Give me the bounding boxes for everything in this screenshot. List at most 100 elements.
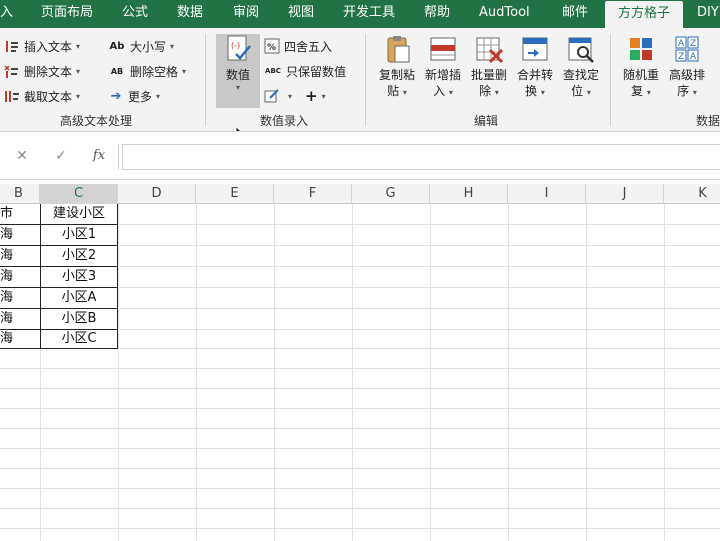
column-header-c[interactable]: C [40, 184, 118, 204]
svg-text:A: A [690, 52, 697, 62]
extract-text-label: 截取文本 [24, 89, 73, 104]
find-locate-label-1: 查找定 [562, 68, 599, 82]
chevron-down-icon: ▾ [76, 66, 81, 76]
cell-b5[interactable]: 海 [0, 288, 40, 309]
svg-text:Z: Z [690, 39, 696, 49]
gridline [508, 204, 509, 541]
delete-text-label: 删除文本 [24, 64, 73, 79]
column-header-b[interactable]: B [0, 184, 40, 204]
column-header-f[interactable]: F [274, 184, 352, 204]
plus-button[interactable]: + ▾ [305, 86, 326, 106]
chevron-down-icon: ▾ [182, 66, 187, 76]
tab-page-layout[interactable]: 页面布局 [41, 0, 93, 28]
edit-format-button[interactable]: ▾ [264, 86, 292, 106]
keep-value-label: 只保留数值 [286, 64, 347, 79]
chevron-down-icon: ▾ [76, 41, 81, 51]
random-repeat-button[interactable]: 随机重 复 ▾ [618, 34, 664, 108]
new-insert-label-1: 新增插 [424, 68, 461, 82]
advanced-sort-button[interactable]: A Z Z A 高级排 序 ▾ [664, 34, 710, 108]
cell-c7[interactable]: 小区C [40, 329, 118, 350]
column-header-h[interactable]: H [430, 184, 508, 204]
extract-text-button[interactable]: 截取文本 ▾ [4, 86, 80, 106]
change-case-button[interactable]: Ab 大小写 ▾ [108, 36, 174, 56]
cell-b3[interactable]: 海 [0, 246, 40, 267]
column-header-d[interactable]: D [118, 184, 196, 204]
gridline [0, 408, 720, 409]
cell-c3[interactable]: 小区2 [40, 246, 118, 267]
cell-c2[interactable]: 小区1 [40, 225, 118, 246]
column-header-e[interactable]: E [196, 184, 274, 204]
gridline [196, 204, 197, 541]
batch-delete-label-2: 除 ▾ [479, 84, 499, 98]
case-icon: Ab [109, 40, 125, 52]
insert-function-icon[interactable]: fx [88, 145, 110, 167]
gridline [0, 488, 720, 489]
cell-b4[interactable]: 海 [0, 267, 40, 288]
merge-convert-button[interactable]: 合并转 换 ▾ [512, 34, 558, 108]
tab-insert[interactable]: 入 [0, 0, 13, 28]
chevron-down-icon: ▾ [288, 91, 293, 101]
column-header-i[interactable]: I [508, 184, 586, 204]
svg-text:(-): (-) [231, 41, 240, 50]
tab-formulas[interactable]: 公式 [122, 0, 148, 28]
column-header-j[interactable]: J [586, 184, 664, 204]
tab-data[interactable]: 数据 [177, 0, 203, 28]
tab-view[interactable]: 视图 [288, 0, 314, 28]
cell-b6[interactable]: 海 [0, 309, 40, 330]
cell-b7[interactable]: 海 [0, 329, 40, 350]
tab-diy[interactable]: DIY [697, 0, 719, 28]
column-header-k[interactable]: K [664, 184, 720, 204]
tab-developer[interactable]: 开发工具 [343, 0, 395, 28]
cell-c4[interactable]: 小区3 [40, 267, 118, 288]
chevron-down-icon: ▾ [156, 91, 161, 101]
tab-audtool[interactable]: AudTool [479, 0, 530, 28]
delete-space-button[interactable]: AB 删除空格 ▾ [108, 61, 186, 81]
advanced-sort-label-2: 序 ▾ [677, 84, 697, 98]
tab-review[interactable]: 审阅 [233, 0, 259, 28]
confirm-icon[interactable]: ✓ [50, 145, 72, 167]
delete-text-button[interactable]: 删除文本 ▾ [4, 61, 80, 81]
cancel-icon[interactable]: ✕ [11, 145, 33, 167]
cell-c5[interactable]: 小区A [40, 288, 118, 309]
tab-help[interactable]: 帮助 [424, 0, 450, 28]
worksheet-grid[interactable]: 市 海 海 海 海 海 海 建设小区 小区1 小区2 小区3 小区A 小区B 小… [0, 204, 720, 541]
cell-c6[interactable]: 小区B [40, 309, 118, 330]
merge-icon [522, 37, 548, 61]
percent-icon: % [264, 38, 280, 54]
table-border [0, 224, 118, 225]
tab-mail[interactable]: 邮件 [562, 0, 588, 28]
new-insert-button[interactable]: 新增插 入 ▾ [420, 34, 466, 108]
edit-icon [264, 88, 280, 104]
table-border [117, 204, 118, 349]
formula-bar: ✕ ✓ fx [0, 132, 720, 180]
insert-text-button[interactable]: 插入文本 ▾ [4, 36, 80, 56]
insert-text-label: 插入文本 [24, 39, 73, 54]
find-locate-button[interactable]: 查找定 位 ▾ [558, 34, 604, 108]
ribbon-tab-bar: 入 页面布局 公式 数据 审阅 视图 开发工具 帮助 AudTool 邮件 方方… [0, 0, 720, 28]
clipboard-icon [387, 36, 410, 63]
delete-space-label: 删除空格 [130, 64, 179, 79]
more-button[interactable]: ➔ 更多 ▾ [108, 86, 160, 106]
tab-fangfanggezi[interactable]: 方方格子 [605, 1, 683, 28]
arrow-right-icon: ➔ [110, 88, 122, 104]
cell-c1[interactable]: 建设小区 [40, 204, 118, 225]
gridline [118, 204, 119, 541]
column-header-g[interactable]: G [352, 184, 430, 204]
batch-delete-button[interactable]: 批量删 除 ▾ [466, 34, 512, 108]
gridline [0, 508, 720, 509]
value-icon: (-) [227, 35, 251, 61]
round-button[interactable]: % 四舍五入 [264, 36, 332, 56]
cell-b1[interactable]: 市 [0, 204, 40, 225]
value-button[interactable]: (-) 数值 ▾ [216, 34, 260, 108]
formula-input[interactable] [122, 144, 720, 170]
magnifier-icon [568, 37, 594, 63]
new-insert-label-2: 入 ▾ [433, 84, 453, 98]
cell-b2[interactable]: 海 [0, 225, 40, 246]
gridline [274, 204, 275, 541]
sort-az-icon: A Z Z A [675, 36, 699, 62]
batch-delete-label-1: 批量删 [470, 68, 507, 82]
keep-value-button[interactable]: ABC 只保留数值 [264, 61, 346, 81]
copy-paste-button[interactable]: 复制粘 贴 ▾ [374, 34, 420, 108]
gridline [586, 204, 587, 541]
gridline [352, 204, 353, 541]
